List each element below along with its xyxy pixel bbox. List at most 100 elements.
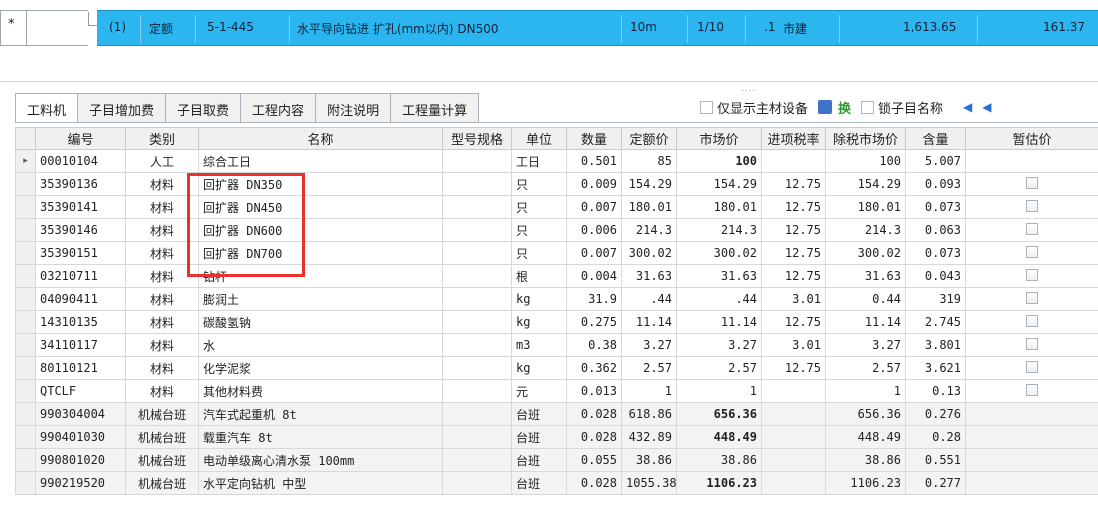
col-header-net-market-price[interactable]: 除税市场价 [825, 127, 906, 150]
cell-category[interactable]: 材料 [125, 356, 199, 380]
col-header-name[interactable]: 名称 [198, 127, 443, 150]
cell-unit[interactable]: 工日 [511, 149, 567, 173]
cell-qty[interactable]: 0.013 [566, 379, 622, 403]
cell-qty[interactable]: 0.275 [566, 310, 622, 334]
cell-quota-price[interactable]: 214.3 [621, 218, 677, 242]
cell-unit[interactable]: 元 [511, 379, 567, 403]
cell-tax-rate[interactable]: 12.75 [761, 172, 826, 196]
table-row[interactable]: 35390141 材料 回扩器 DN450 只 0.007 180.01 180.01 12.… [15, 195, 1098, 219]
lock-name-checkbox[interactable] [861, 100, 875, 114]
cell-market-price[interactable]: 1 [676, 379, 762, 403]
cell-net-market-price[interactable]: 214.3 [825, 218, 906, 242]
cell-code[interactable]: 35390146 [35, 218, 126, 242]
cell-code[interactable]: 80110121 [35, 356, 126, 380]
provisional-checkbox[interactable] [1026, 291, 1038, 304]
table-row[interactable]: ▸ 00010104 人工 综合工日 工日 0.501 85 100 100 5.007 [15, 149, 1098, 173]
cell-unit[interactable]: kg [511, 356, 567, 380]
cell-name[interactable]: 综合工日 [198, 149, 443, 173]
table-row[interactable]: 990801020 机械台班 电动单级离心清水泵 100mm 台班 0.055 38.86… [15, 448, 1098, 472]
cell-net-market-price[interactable]: 448.49 [825, 425, 906, 449]
cell-quota-price[interactable]: 1055.38 [621, 471, 677, 495]
cell-tax-rate[interactable]: 12.75 [761, 218, 826, 242]
cell-qty[interactable]: 0.501 [566, 149, 622, 173]
cell-code[interactable]: 990304004 [35, 402, 126, 426]
cell-unit[interactable]: 只 [511, 241, 567, 265]
cell-tax-rate[interactable] [761, 402, 826, 426]
cell-content[interactable]: 0.093 [905, 172, 966, 196]
only-main-material-checkbox[interactable] [700, 100, 713, 114]
cell-name[interactable]: 载重汽车 8t [198, 425, 443, 449]
cell-market-price[interactable]: 180.01 [676, 195, 762, 219]
tab-item-surcharge[interactable]: 子目增加费 [78, 93, 167, 123]
cell-name[interactable]: 电动单级离心清水泵 100mm [198, 448, 443, 472]
cell-category[interactable]: 机械台班 [125, 448, 199, 472]
col-header-quota-price[interactable]: 定额价 [621, 127, 677, 150]
cell-net-market-price[interactable]: 180.01 [825, 195, 906, 219]
cell-unit[interactable]: 只 [511, 195, 567, 219]
cell-code[interactable]: 35390151 [35, 241, 126, 265]
cell-unit[interactable]: 台班 [511, 471, 567, 495]
cell-tax-rate[interactable] [761, 448, 826, 472]
cell-code[interactable]: 990801020 [35, 448, 126, 472]
cell-qty[interactable]: 0.055 [566, 448, 622, 472]
cell-spec[interactable] [442, 471, 512, 495]
cell-content[interactable]: 0.073 [905, 241, 966, 265]
cell-net-market-price[interactable]: 38.86 [825, 448, 906, 472]
cell-name[interactable]: 膨润土 [198, 287, 443, 311]
cell-quota-price[interactable]: 2.57 [621, 356, 677, 380]
cell-tax-rate[interactable]: 12.75 [761, 195, 826, 219]
cell-tax-rate[interactable]: 3.01 [761, 333, 826, 357]
provisional-checkbox[interactable] [1026, 337, 1038, 350]
table-row[interactable]: 14310135 材料 碳酸氢钠 kg 0.275 11.14 11.14 12.75 11.1… [15, 310, 1098, 334]
provisional-checkbox[interactable] [1026, 360, 1038, 373]
cell-market-price[interactable]: 154.29 [676, 172, 762, 196]
cell-qty[interactable]: 31.9 [566, 287, 622, 311]
cell-name[interactable]: 水平定向钻机 中型 [198, 471, 443, 495]
cell-quota-price[interactable]: 11.14 [621, 310, 677, 334]
cell-category[interactable]: 机械台班 [125, 425, 199, 449]
cell-market-price[interactable]: 300.02 [676, 241, 762, 265]
cell-qty[interactable]: 0.009 [566, 172, 622, 196]
cell-tax-rate[interactable] [761, 149, 826, 173]
cell-category[interactable]: 机械台班 [125, 402, 199, 426]
cell-net-market-price[interactable]: 11.14 [825, 310, 906, 334]
cell-market-price[interactable]: 31.63 [676, 264, 762, 288]
table-row[interactable]: 34110117 材料水 m3 0.38 3.27 3.27 3.01 3.27 3.801 [15, 333, 1098, 357]
table-row[interactable]: QTCLF 材料 其他材料费元 0.013 1 1 1 0.13 [15, 379, 1098, 403]
cell-code[interactable]: 00010104 [35, 149, 126, 173]
cell-spec[interactable] [442, 425, 512, 449]
cell-market-price[interactable]: 1106.23 [676, 471, 762, 495]
selected-row-highlight[interactable]: (1) 定额 5-1-445 水平导向钻进 扩孔(mm以内) DN500 10m… [97, 10, 1098, 46]
cell-unit[interactable]: m3 [511, 333, 567, 357]
provisional-checkbox[interactable] [1026, 383, 1038, 396]
cell-qty[interactable]: 0.028 [566, 402, 622, 426]
cell-code[interactable]: 35390136 [35, 172, 126, 196]
cell-quota-price[interactable]: 38.86 [621, 448, 677, 472]
cell-category[interactable]: 材料 [125, 310, 199, 334]
swap-button[interactable]: 换 [838, 98, 851, 117]
cell-category[interactable]: 机械台班 [125, 471, 199, 495]
cell-spec[interactable] [442, 149, 512, 173]
table-row[interactable]: 990401030 机械台班 载重汽车 8t 台班 0.028 432.89 448.49 4… [15, 425, 1098, 449]
table-row[interactable]: 35390136 材料 回扩器 DN350 只 0.009 154.29 154.29 12.… [15, 172, 1098, 196]
cell-tax-rate[interactable]: 12.75 [761, 241, 826, 265]
cell-content[interactable]: 0.276 [905, 402, 966, 426]
cell-spec[interactable] [442, 287, 512, 311]
cell-unit[interactable]: 台班 [511, 448, 567, 472]
cell-code[interactable]: 35390141 [35, 195, 126, 219]
tab-notes[interactable]: 附注说明 [316, 93, 392, 123]
col-header-content[interactable]: 含量 [905, 127, 966, 150]
cell-tax-rate[interactable]: 12.75 [761, 264, 826, 288]
col-header-category[interactable]: 类别 [125, 127, 199, 150]
cell-unit[interactable]: 根 [511, 264, 567, 288]
cell-net-market-price[interactable]: 2.57 [825, 356, 906, 380]
cell-name[interactable]: 碳酸氢钠 [198, 310, 443, 334]
cell-tax-rate[interactable] [761, 379, 826, 403]
cell-content[interactable]: 319 [905, 287, 966, 311]
col-header-market-price[interactable]: 市场价 [676, 127, 762, 150]
cell-unit[interactable]: 台班 [511, 402, 567, 426]
cell-content[interactable]: 3.801 [905, 333, 966, 357]
cell-qty[interactable]: 0.007 [566, 195, 622, 219]
cell-content[interactable]: 0.551 [905, 448, 966, 472]
table-row[interactable]: 80110121 材料 化学泥浆 kg 0.362 2.57 2.57 12.75 2.57 3.… [15, 356, 1098, 380]
